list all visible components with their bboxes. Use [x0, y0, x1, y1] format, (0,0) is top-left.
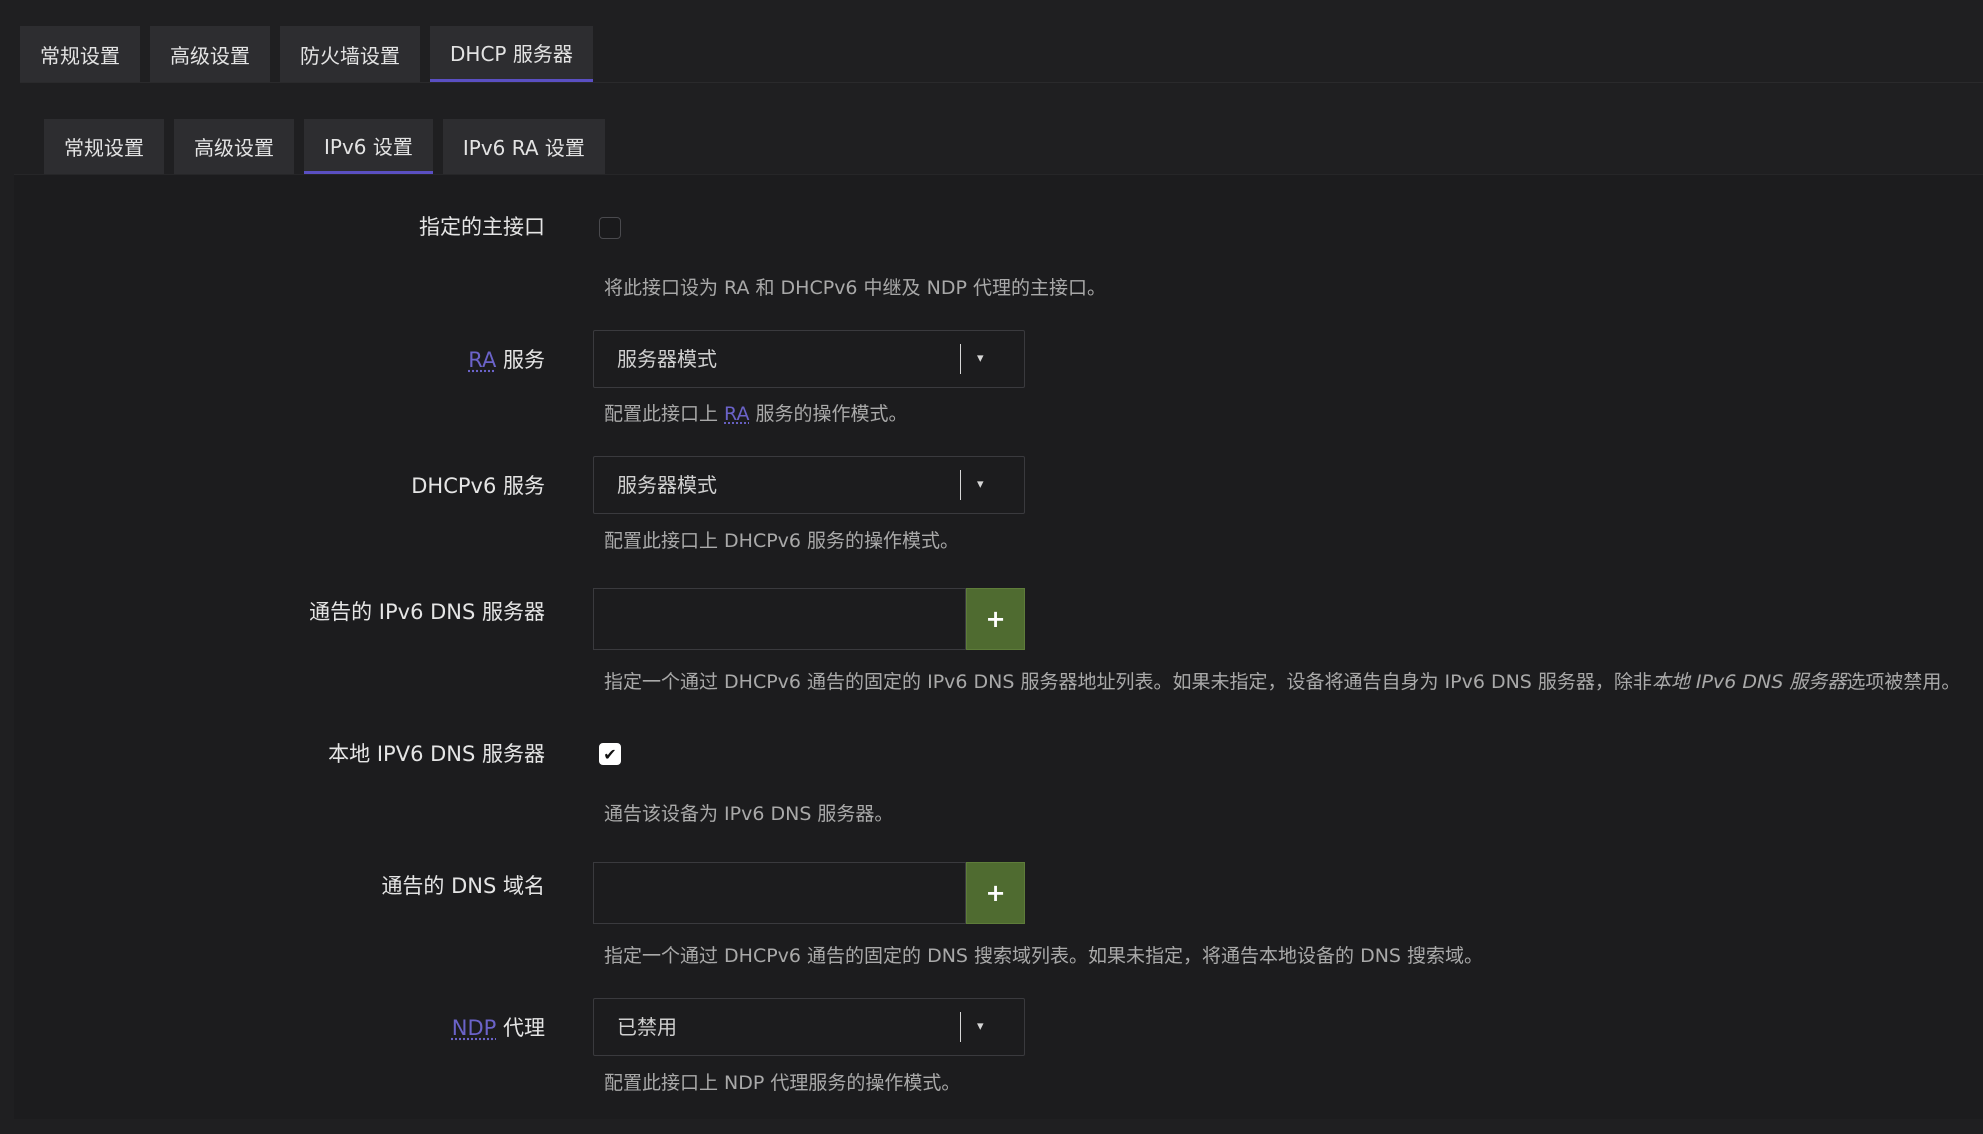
announced-dns-desc-emphasis: 本地 IPv6 DNS 服务器 [1651, 671, 1847, 693]
tab-divider [20, 82, 1983, 83]
tab-firewall-settings[interactable]: 防火墙设置 [280, 26, 420, 82]
ra-desc-after: 服务的操作模式。 [749, 403, 908, 425]
announced-dns-description: 指定一个通过 DHCPv6 通告的固定的 IPv6 DNS 服务器地址列表。如果… [604, 667, 1960, 694]
ra-service-description: 配置此接口上 RA 服务的操作模式。 [604, 399, 908, 426]
ra-desc-abbr: RA [724, 403, 750, 425]
master-interface-description: 将此接口设为 RA 和 DHCPv6 中继及 NDP 代理的主接口。 [604, 277, 1106, 299]
top-tab-bar: 常规设置 高级设置 防火墙设置 DHCP 服务器 [20, 26, 593, 82]
ndp-abbr: NDP [451, 1016, 497, 1040]
ra-desc-before: 配置此接口上 [604, 403, 725, 425]
ra-service-label-text: 服务 [496, 348, 545, 372]
check-icon: ✔ [603, 744, 617, 764]
tab-advanced-settings[interactable]: 高级设置 [150, 26, 270, 82]
ra-service-value: 服务器模式 [617, 347, 717, 371]
dhcpv6-service-select[interactable]: 服务器模式 ▾ [593, 456, 1025, 514]
subtab-advanced-settings[interactable]: 高级设置 [174, 119, 294, 174]
ndp-proxy-value: 已禁用 [617, 1015, 677, 1039]
announced-domains-description: 指定一个通过 DHCPv6 通告的固定的 DNS 搜索域列表。如果未指定，将通告… [604, 945, 1484, 967]
ndp-proxy-select[interactable]: 已禁用 ▾ [593, 998, 1025, 1056]
announced-dns-input[interactable] [593, 588, 966, 650]
announced-domains-input[interactable] [593, 862, 966, 924]
announced-dns-label: 通告的 IPv6 DNS 服务器 [309, 600, 545, 624]
master-interface-label: 指定的主接口 [419, 215, 545, 239]
ndp-proxy-description: 配置此接口上 NDP 代理服务的操作模式。 [604, 1072, 961, 1094]
chevron-down-icon: ▾ [977, 477, 984, 492]
ndp-proxy-label-text: 代理 [496, 1016, 545, 1040]
local-dns-checkbox[interactable]: ✔ [599, 743, 621, 765]
tab-dhcp-server[interactable]: DHCP 服务器 [430, 26, 593, 82]
local-dns-description: 通告该设备为 IPv6 DNS 服务器。 [604, 803, 894, 825]
ndp-proxy-label: NDP 代理 [452, 1012, 545, 1042]
ra-service-select[interactable]: 服务器模式 ▾ [593, 330, 1025, 388]
ra-abbr: RA [468, 348, 497, 372]
sub-tab-bar: 常规设置 高级设置 IPv6 设置 IPv6 RA 设置 [44, 119, 605, 174]
dhcpv6-service-label: DHCPv6 服务 [411, 474, 545, 498]
ra-service-label: RA 服务 [468, 344, 545, 374]
select-divider [960, 470, 961, 500]
master-interface-checkbox[interactable] [599, 217, 621, 239]
announced-dns-desc-after: 选项被禁用。 [1846, 671, 1961, 693]
subtab-general-settings[interactable]: 常规设置 [44, 119, 164, 174]
select-divider [960, 1012, 961, 1042]
chevron-down-icon: ▾ [977, 351, 984, 366]
announced-domains-label: 通告的 DNS 域名 [381, 874, 545, 898]
tab-general-settings[interactable]: 常规设置 [20, 26, 140, 82]
subtab-ipv6-settings[interactable]: IPv6 设置 [304, 119, 433, 174]
subtab-ipv6-ra-settings[interactable]: IPv6 RA 设置 [442, 119, 605, 174]
select-divider [960, 344, 961, 374]
announced-dns-desc-before: 指定一个通过 DHCPv6 通告的固定的 IPv6 DNS 服务器地址列表。如果… [604, 671, 1652, 693]
chevron-down-icon: ▾ [977, 1019, 984, 1034]
local-dns-label: 本地 IPV6 DNS 服务器 [328, 742, 545, 766]
add-dns-server-button[interactable]: + [966, 588, 1025, 650]
dhcpv6-service-value: 服务器模式 [617, 473, 717, 497]
add-dns-domain-button[interactable]: + [966, 862, 1025, 924]
dhcpv6-service-description: 配置此接口上 DHCPv6 服务的操作模式。 [604, 530, 960, 552]
